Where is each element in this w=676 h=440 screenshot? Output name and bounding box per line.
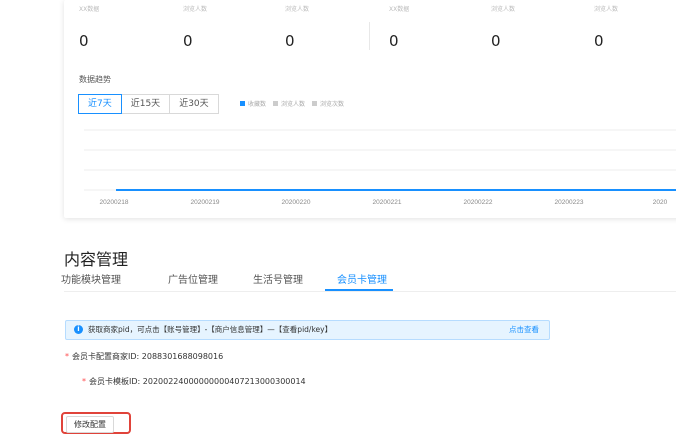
legend-label: 收藏数: [248, 101, 267, 108]
merchant-id-row: * 会员卡配置商家ID: 2088301688098016: [65, 351, 223, 362]
legend-item[interactable]: 收藏数: [240, 99, 266, 108]
legend-swatch: [240, 101, 245, 106]
tab-life-account[interactable]: 生活号管理: [253, 271, 303, 286]
tab-membership-card[interactable]: 会员卡管理: [337, 271, 387, 286]
legend-swatch: [273, 101, 279, 106]
merchant-id-value: 2088301688098016: [141, 352, 224, 361]
stat-value: 0: [183, 32, 193, 50]
stat-value: 0: [79, 32, 89, 50]
stat-label: XX数据: [389, 6, 410, 13]
template-id-row: * 会员卡模板ID: 202002240000000004072130003000…: [82, 376, 306, 387]
legend-item[interactable]: 浏览次数: [312, 99, 344, 108]
tab-ad-slots[interactable]: 广告位管理: [168, 271, 218, 286]
view-pid-link[interactable]: 点击查看: [509, 324, 539, 335]
info-alert-text: 获取商家pid，可点击【账号管理】-【商户信息管理】—【查看pid/key】: [88, 325, 333, 334]
x-tick-label: 20200223: [555, 199, 584, 206]
stat-value: 0: [285, 32, 295, 50]
date-range-toggle: 近7天 近15天 近30天: [78, 94, 219, 114]
x-tick-label: 20200219: [191, 199, 220, 206]
legend-swatch: [312, 101, 318, 106]
required-mark: *: [82, 377, 86, 386]
range-30-days-button[interactable]: 近30天: [169, 94, 219, 114]
stat-label: 浏览人数: [594, 6, 619, 13]
legend-label: 浏览人数: [281, 101, 306, 108]
merchant-id-label: 会员卡配置商家ID:: [72, 352, 140, 361]
stat-value: 0: [491, 32, 501, 50]
info-icon: i: [74, 325, 83, 334]
stat-label: XX数据: [79, 6, 100, 13]
required-mark: *: [65, 352, 69, 361]
legend-label: 浏览次数: [320, 101, 345, 108]
active-tab-indicator: [325, 289, 393, 291]
legend-item[interactable]: 浏览人数: [273, 99, 305, 108]
stat-divider: [369, 22, 370, 50]
template-id-value: 20200224000000000407213000300014: [142, 377, 306, 386]
tab-function-modules[interactable]: 功能模块管理: [61, 271, 121, 286]
info-alert: i 获取商家pid，可点击【账号管理】-【商户信息管理】—【查看pid/key】…: [65, 320, 550, 340]
content-tabs: 功能模块管理 广告位管理 生活号管理 会员卡管理: [61, 263, 676, 292]
trend-chart: 20200218 20200219 20200220 20200221 20200222…: [84, 129, 676, 206]
trend-title: 数据趋势: [79, 75, 111, 84]
range-15-days-button[interactable]: 近15天: [120, 94, 171, 114]
stat-value: 0: [594, 32, 604, 50]
stat-value: 0: [389, 32, 399, 50]
stat-label: 浏览人数: [285, 6, 310, 13]
x-tick-label: 20200220: [282, 199, 311, 206]
range-7-days-button[interactable]: 近7天: [78, 94, 122, 114]
x-tick-label: 20200221: [373, 199, 402, 206]
stat-label: 浏览人数: [183, 6, 208, 13]
x-tick-label: 20200218: [100, 199, 129, 206]
chart-legend: 收藏数 浏览人数 浏览次数: [240, 99, 351, 108]
stat-label: 浏览人数: [491, 6, 516, 13]
x-tick-label: 20200222: [464, 199, 493, 206]
edit-config-button[interactable]: 修改配置: [66, 416, 114, 433]
x-tick-label: 2020: [653, 199, 668, 206]
template-id-label: 会员卡模板ID:: [89, 377, 141, 386]
